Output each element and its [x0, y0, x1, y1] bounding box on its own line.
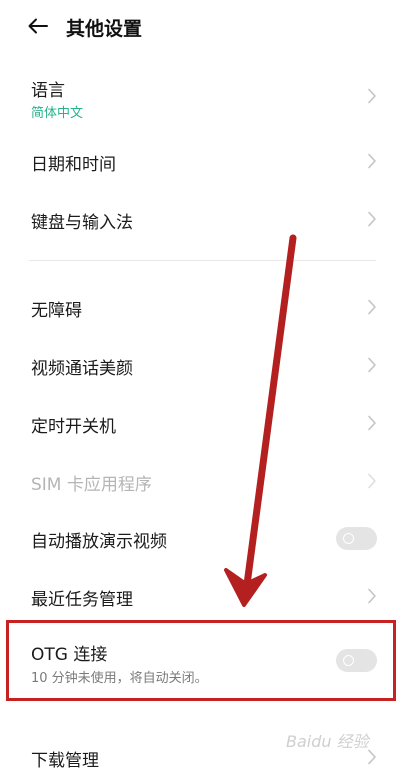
settings-item-keyboard[interactable]: 键盘与输入法 — [0, 198, 405, 242]
section-divider — [29, 260, 376, 261]
toggle-knob — [343, 533, 354, 544]
settings-item-recent-tasks[interactable]: 最近任务管理 — [0, 575, 405, 619]
settings-item-video-beauty[interactable]: 视频通话美颜 — [0, 344, 405, 388]
settings-item-label: SIM 卡应用程序 — [31, 475, 152, 495]
settings-item-accessibility[interactable]: 无障碍 — [0, 286, 405, 330]
settings-item-label: OTG 连接 — [31, 645, 108, 665]
chevron-right-icon — [368, 415, 376, 431]
settings-item-otg[interactable]: OTG 连接 10 分钟未使用，将自动关闭。 — [0, 630, 405, 694]
chevron-right-icon — [368, 299, 376, 315]
settings-item-sim-apps: SIM 卡应用程序 — [0, 460, 405, 504]
autoplay-demo-toggle[interactable] — [336, 527, 377, 550]
arrow-left-icon — [28, 18, 48, 34]
settings-item-label: 定时开关机 — [31, 417, 116, 437]
chevron-right-icon — [368, 357, 376, 373]
otg-toggle[interactable] — [336, 649, 377, 672]
settings-item-label: 语言 — [31, 81, 65, 101]
page-title: 其他设置 — [66, 18, 143, 40]
settings-item-label: 键盘与输入法 — [31, 213, 133, 233]
chevron-right-icon — [368, 211, 376, 227]
app-header: 其他设置 — [0, 0, 405, 52]
settings-item-label: 下载管理 — [31, 751, 99, 771]
chevron-right-icon — [368, 473, 376, 489]
settings-item-description: 10 分钟未使用，将自动关闭。 — [31, 671, 208, 686]
chevron-right-icon — [368, 88, 376, 104]
settings-item-label: 最近任务管理 — [31, 590, 133, 610]
watermark: Baidu 经验 — [286, 732, 369, 751]
settings-item-language[interactable]: 语言 简体中文 — [0, 72, 405, 132]
chevron-right-icon — [368, 153, 376, 169]
settings-item-label: 视频通话美颜 — [31, 359, 133, 379]
settings-item-value: 简体中文 — [31, 106, 84, 121]
settings-item-label: 自动播放演示视频 — [31, 532, 167, 552]
chevron-right-icon — [368, 588, 376, 604]
back-button[interactable] — [26, 14, 50, 38]
settings-item-scheduled-power[interactable]: 定时开关机 — [0, 402, 405, 446]
settings-item-date-time[interactable]: 日期和时间 — [0, 140, 405, 184]
settings-item-label: 日期和时间 — [31, 155, 116, 175]
toggle-knob — [343, 655, 354, 666]
settings-item-autoplay-demo[interactable]: 自动播放演示视频 — [0, 517, 405, 561]
settings-item-label: 无障碍 — [31, 301, 82, 321]
